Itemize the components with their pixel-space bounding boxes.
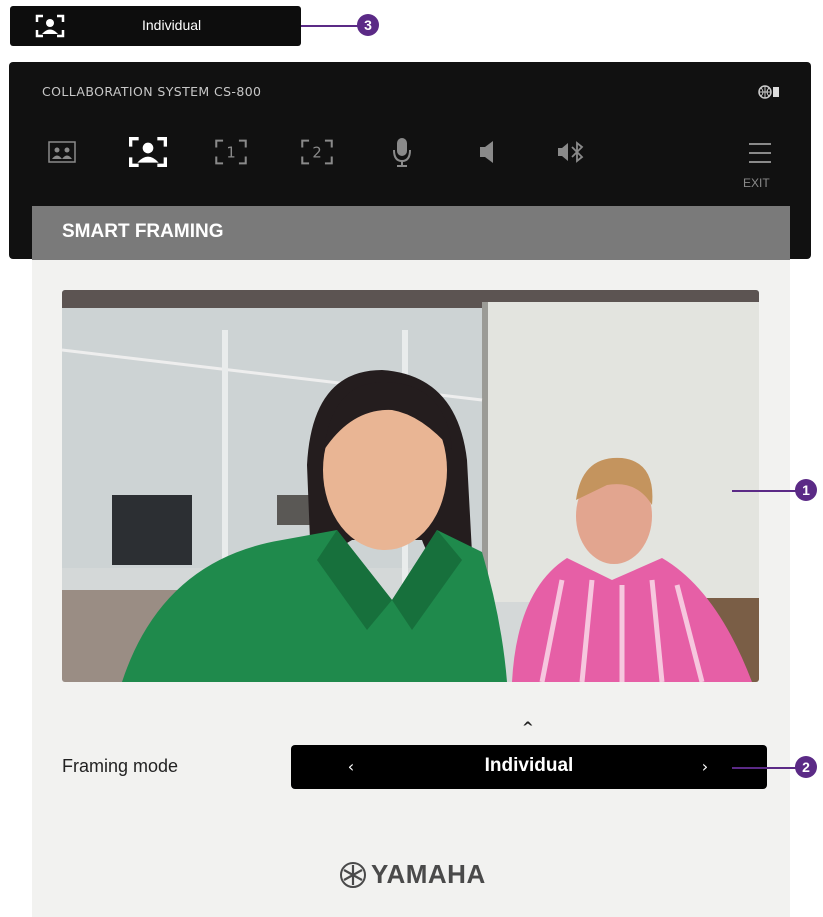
group-framing-icon [48, 141, 76, 163]
microphone-icon [393, 138, 411, 167]
brand-logo: YAMAHA [339, 859, 486, 890]
yamaha-tuning-fork-icon [340, 861, 366, 888]
smart-framing-panel: SMART FRAMING ^ Framing mode ‹ Individua… [32, 206, 790, 917]
network-status-icon [758, 85, 779, 99]
exit-button[interactable]: EXIT [739, 132, 779, 190]
brand-name: YAMAHA [371, 859, 486, 889]
tab-area-2[interactable]: 2 [297, 133, 337, 171]
camera-preview [62, 290, 759, 682]
section-title: SMART FRAMING [62, 221, 224, 242]
current-mode-label: Individual [142, 17, 202, 33]
speaker-icon [480, 141, 493, 163]
callout-2: 2 [795, 756, 817, 778]
up-arrow[interactable]: ^ [522, 720, 534, 736]
area-1-icon: 1 [215, 139, 247, 165]
camera-preview-image [62, 290, 759, 682]
framing-next-button[interactable]: › [695, 755, 715, 779]
callout-3: 3 [357, 14, 379, 36]
current-mode-indicator: Individual [10, 6, 301, 46]
individual-framing-icon [35, 14, 65, 38]
tab-microphone[interactable] [382, 133, 422, 171]
tab-bluetooth-speaker[interactable] [551, 133, 591, 171]
callout-2-line [732, 767, 796, 769]
individual-framing-icon [129, 137, 167, 167]
tab-individual-framing[interactable] [128, 133, 168, 171]
tab-group-framing[interactable] [42, 133, 82, 171]
area-2-icon: 2 [301, 139, 333, 165]
callout-1: 1 [795, 479, 817, 501]
area-1-label: 1 [226, 145, 235, 162]
framing-mode-selector[interactable]: ‹ Individual › [291, 745, 767, 789]
section-header: SMART FRAMING [32, 206, 790, 260]
bluetooth-speaker-icon [558, 141, 584, 163]
system-title: COLLABORATION SYSTEM CS-800 [42, 84, 262, 99]
area-2-label: 2 [312, 145, 321, 162]
tab-area-1[interactable]: 1 [211, 133, 251, 171]
framing-mode-label: Framing mode [62, 756, 179, 776]
exit-label: EXIT [743, 176, 770, 190]
callout-1-line [732, 490, 796, 492]
menu-icon [749, 143, 771, 163]
tab-speaker[interactable] [468, 133, 508, 171]
callout-3-line [301, 25, 358, 27]
